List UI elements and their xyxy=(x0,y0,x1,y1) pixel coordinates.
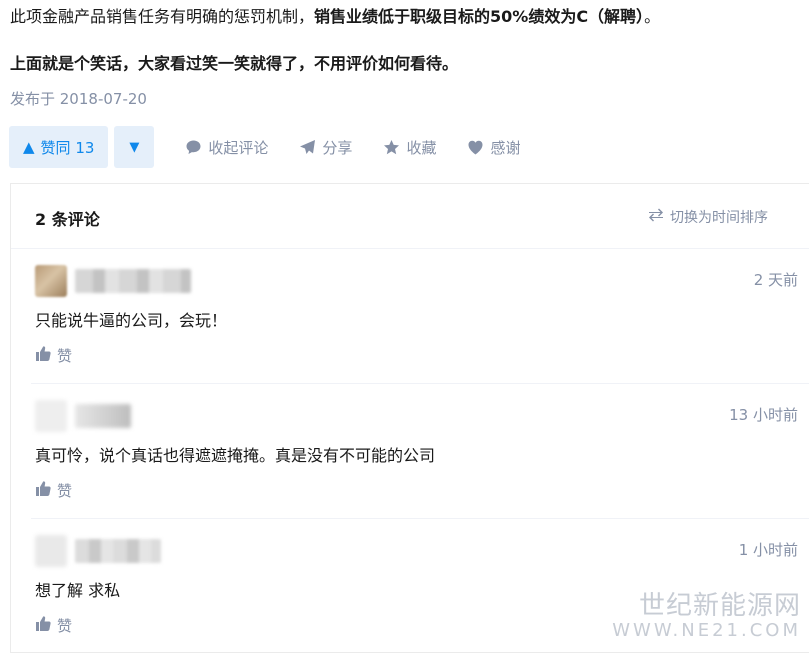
favorite-button[interactable]: 收藏 xyxy=(382,137,436,158)
like-label: 赞 xyxy=(57,347,73,365)
like-label: 赞 xyxy=(57,482,73,500)
answer-actions: ▲ 赞同 13 ▼ 收起评论 分享 收藏 感谢 xyxy=(9,126,520,168)
avatar[interactable] xyxy=(35,265,67,297)
site-watermark: 世纪新能源网 WWW.NE21.COM xyxy=(612,591,801,641)
comment-time: 2 天前 xyxy=(753,271,798,289)
avatar[interactable] xyxy=(35,400,67,432)
comment-time: 13 小时前 xyxy=(729,406,798,424)
like-label: 赞 xyxy=(57,617,73,635)
thanks-button[interactable]: 感谢 xyxy=(466,137,520,158)
collapse-comments-button[interactable]: 收起评论 xyxy=(184,137,268,158)
thumbs-up-icon xyxy=(35,481,51,500)
comment-text: 想了解 求私 xyxy=(35,581,121,600)
triangle-down-icon: ▼ xyxy=(129,139,140,155)
comments-panel: 2 条评论 切换为时间排序 2 天前 只能说牛逼的公司，会玩！ 赞 13 小时前… xyxy=(10,183,809,653)
upvote-label: 赞同 13 xyxy=(40,138,95,157)
username-blurred[interactable] xyxy=(75,404,131,428)
thumbs-up-icon xyxy=(35,346,51,365)
username-blurred[interactable] xyxy=(75,269,191,293)
like-button[interactable]: 赞 xyxy=(35,615,72,636)
watermark-title: 世纪新能源网 xyxy=(638,591,801,621)
watermark-url: WWW.NE21.COM xyxy=(612,620,801,641)
comment-item: 13 小时前 真可怜，说个真话也得遮遮掩掩。真是没有不可能的公司 赞 xyxy=(11,384,809,519)
heart-icon xyxy=(466,138,484,156)
upvote-button[interactable]: ▲ 赞同 13 xyxy=(9,126,109,168)
username-blurred[interactable] xyxy=(75,539,161,563)
comments-header: 2 条评论 切换为时间排序 xyxy=(11,184,809,249)
sort-toggle-label: 切换为时间排序 xyxy=(670,210,768,226)
triangle-up-icon: ▲ xyxy=(23,138,35,156)
paragraph-text: 此项金融产品销售任务有明确的惩罚机制， xyxy=(10,7,315,26)
share-button[interactable]: 分享 xyxy=(298,137,352,158)
comments-count: 2 条评论 xyxy=(35,210,100,229)
thumbs-up-icon xyxy=(35,616,51,635)
avatar[interactable] xyxy=(35,535,67,567)
paragraph-bold-text: 销售业绩低于职级目标的50%绩效为C（解聘） xyxy=(314,7,645,26)
comment-bubble-icon xyxy=(184,138,202,156)
share-label: 分享 xyxy=(322,138,353,157)
sort-toggle-button[interactable]: 切换为时间排序 xyxy=(648,207,768,227)
star-icon xyxy=(382,138,400,156)
thanks-label: 感谢 xyxy=(490,138,521,157)
downvote-button[interactable]: ▼ xyxy=(114,126,155,168)
comment-text: 真可怜，说个真话也得遮遮掩掩。真是没有不可能的公司 xyxy=(35,446,436,465)
like-button[interactable]: 赞 xyxy=(35,345,72,366)
swap-arrows-icon xyxy=(648,208,664,226)
comment-text: 只能说牛逼的公司，会玩！ xyxy=(35,311,228,330)
answer-paragraph-1: 此项金融产品销售任务有明确的惩罚机制，销售业绩低于职级目标的50%绩效为C（解聘… xyxy=(10,4,660,30)
collapse-comments-label: 收起评论 xyxy=(208,138,269,157)
answer-paragraph-2: 上面就是个笑话，大家看过笑一笑就得了，不用评价如何看待。 xyxy=(10,54,459,73)
comment-item: 2 天前 只能说牛逼的公司，会玩！ 赞 xyxy=(11,249,809,384)
comment-time: 1 小时前 xyxy=(738,541,798,559)
like-button[interactable]: 赞 xyxy=(35,480,72,501)
paragraph-tail: 。 xyxy=(644,7,661,26)
favorite-label: 收藏 xyxy=(406,138,437,157)
publish-date: 发布于 2018-07-20 xyxy=(10,90,147,108)
paper-plane-icon xyxy=(298,138,316,156)
